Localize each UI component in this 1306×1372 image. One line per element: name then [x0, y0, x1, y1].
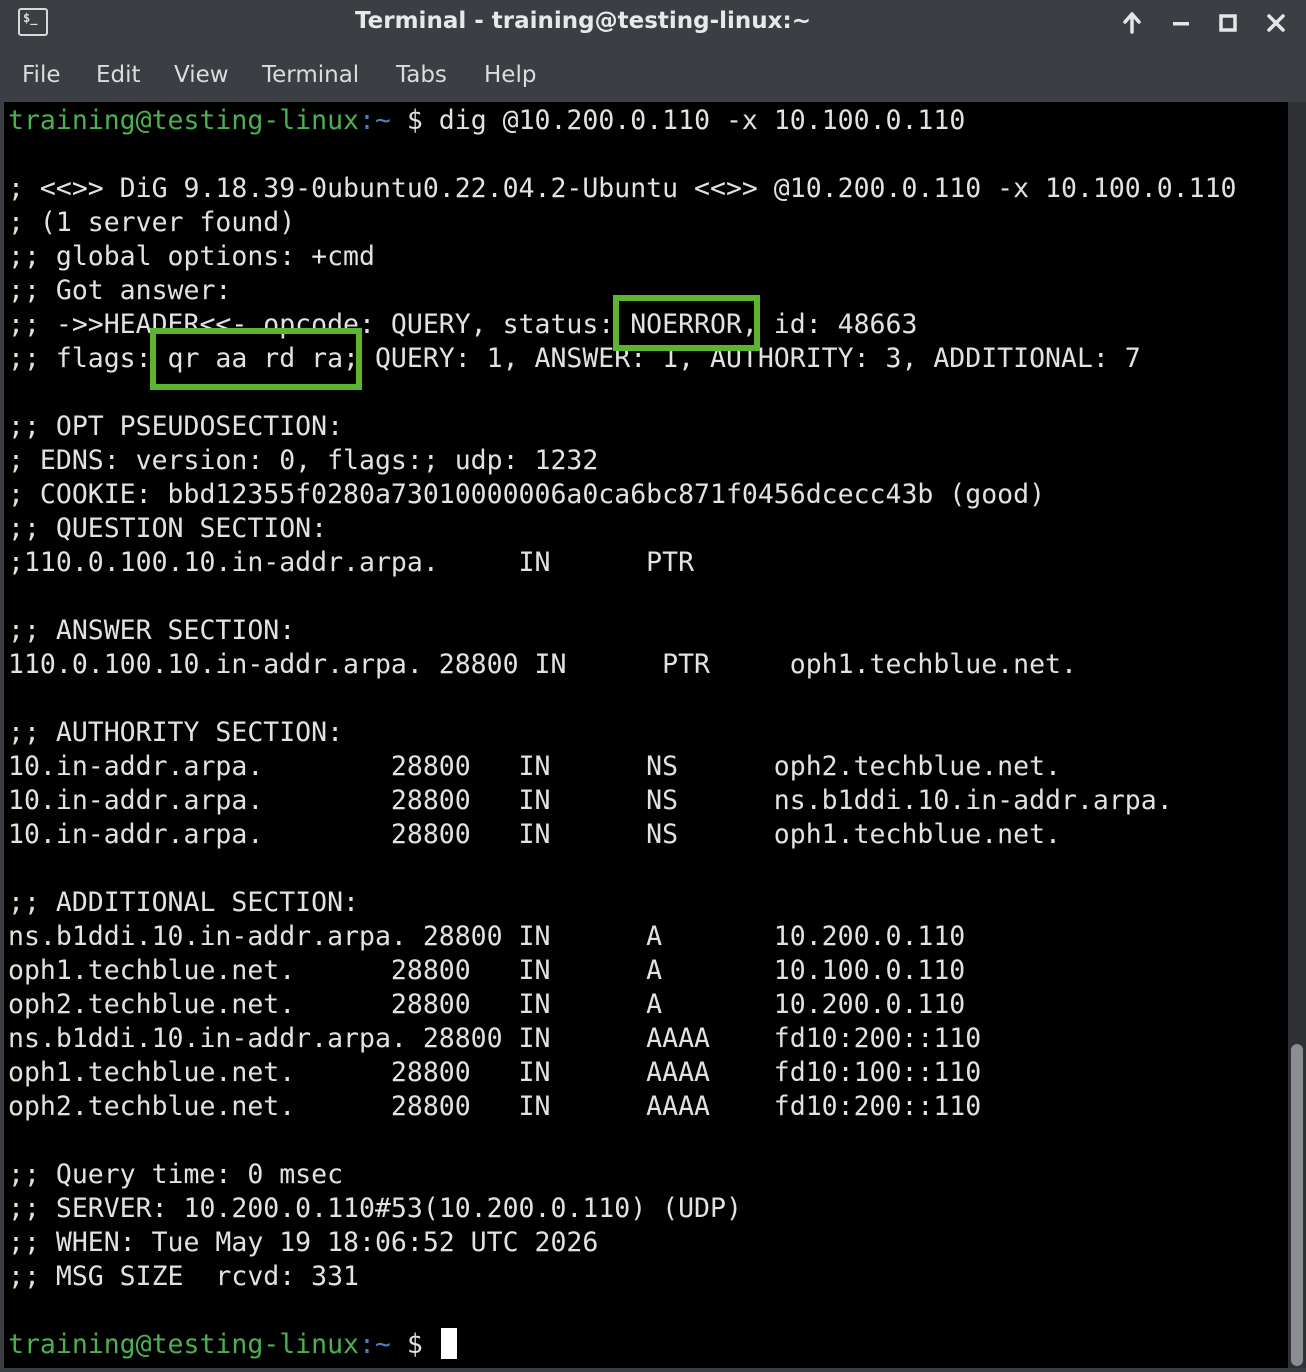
output-line: ns.b1ddi.10.in-addr.arpa. 28800 IN AAAA …	[8, 1023, 982, 1054]
output-line: ;; Got answer:	[8, 275, 232, 306]
menu-terminal[interactable]: Terminal	[262, 46, 359, 102]
window-border	[0, 1368, 1306, 1372]
output-line: ;; ADDITIONAL SECTION:	[8, 887, 359, 918]
output-line: ; <<>> DiG 9.18.39-0ubuntu0.22.04.2-Ubun…	[8, 173, 1237, 204]
scrollbar[interactable]	[1288, 102, 1306, 1368]
menu-tabs[interactable]: Tabs	[396, 46, 447, 102]
output-line: 10.in-addr.arpa. 28800 IN NS oph2.techbl…	[8, 751, 1061, 782]
output-line: ;; flags: qr aa rd ra; QUERY: 1, ANSWER:…	[8, 343, 1141, 374]
prompt-symbol: $	[390, 1329, 439, 1360]
keep-above-icon[interactable]	[1117, 8, 1147, 38]
command-line: training@testing-linux:~ $ dig @10.200.0…	[8, 104, 965, 138]
output-line: ;; AUTHORITY SECTION:	[8, 717, 344, 748]
output-line: ; COOKIE: bbd12355f0280a73010000006a0ca6…	[8, 479, 1046, 510]
output-line: oph2.techblue.net. 28800 IN A 10.200.0.1…	[8, 989, 966, 1020]
prompt-path: :~	[359, 105, 391, 136]
menu-edit[interactable]: Edit	[96, 46, 141, 102]
title-bar[interactable]: $_ Terminal - training@testing-linux:~	[0, 0, 1306, 46]
maximize-icon[interactable]	[1213, 8, 1243, 38]
output-line: ; (1 server found)	[8, 207, 296, 238]
output-line: ;; MSG SIZE rcvd: 331	[8, 1261, 359, 1292]
output-line: ;; Query time: 0 msec	[8, 1159, 344, 1190]
menu-file[interactable]: File	[22, 46, 61, 102]
close-icon[interactable]	[1261, 8, 1291, 38]
scrollbar-thumb[interactable]	[1291, 1044, 1303, 1366]
output-line: ;; ANSWER SECTION:	[8, 615, 296, 646]
output-line: ;; SERVER: 10.200.0.110#53(10.200.0.110)…	[8, 1193, 742, 1224]
menu-help[interactable]: Help	[484, 46, 536, 102]
menu-view[interactable]: View	[174, 46, 229, 102]
output-line: ;; WHEN: Tue May 19 18:06:52 UTC 2026	[8, 1227, 599, 1258]
output-line: 10.in-addr.arpa. 28800 IN NS oph1.techbl…	[8, 819, 1061, 850]
output-line: ;; OPT PSEUDOSECTION:	[8, 411, 344, 442]
output-line: ;; QUESTION SECTION:	[8, 513, 328, 544]
output-line: ;; global options: +cmd	[8, 241, 375, 272]
text-cursor	[440, 1328, 457, 1359]
output-line: oph2.techblue.net. 28800 IN AAAA fd10:20…	[8, 1091, 982, 1122]
output-line: 110.0.100.10.in-addr.arpa. 28800 IN PTR …	[8, 649, 1077, 680]
active-prompt-line[interactable]: training@testing-linux:~ $	[8, 1328, 457, 1362]
command-text: dig @10.200.0.110 -x 10.100.0.110	[438, 105, 966, 136]
minimize-icon[interactable]	[1166, 8, 1196, 38]
output-line: ; EDNS: version: 0, flags:; udp: 1232	[8, 445, 599, 476]
output-line: ;110.0.100.10.in-addr.arpa. IN PTR	[8, 547, 695, 578]
prompt-symbol: $	[390, 105, 439, 136]
output-line: 10.in-addr.arpa. 28800 IN NS ns.b1ddi.10…	[8, 785, 1173, 816]
prompt-path: :~	[359, 1329, 391, 1360]
menu-bar: File Edit View Terminal Tabs Help	[0, 46, 1306, 102]
output-line: ;; ->>HEADER<<- opcode: QUERY, status: N…	[8, 309, 918, 340]
output-line: oph1.techblue.net. 28800 IN A 10.100.0.1…	[8, 955, 966, 986]
output-line: oph1.techblue.net. 28800 IN AAAA fd10:10…	[8, 1057, 982, 1088]
output-line: ns.b1ddi.10.in-addr.arpa. 28800 IN A 10.…	[8, 921, 966, 952]
terminal-output[interactable]: training@testing-linux:~ $ dig @10.200.0…	[4, 102, 1288, 1368]
window-title: Terminal - training@testing-linux:~	[355, 8, 811, 34]
prompt-user-host: training@testing-linux	[8, 1329, 359, 1360]
prompt-user-host: training@testing-linux	[8, 105, 359, 136]
